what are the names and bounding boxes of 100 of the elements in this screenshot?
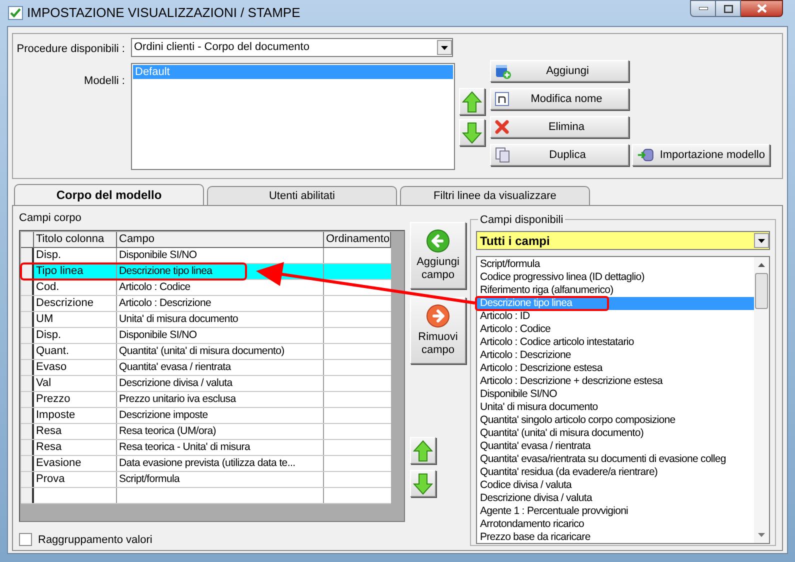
move-up-button[interactable]: [459, 88, 485, 115]
maximize-button[interactable]: [716, 0, 741, 17]
column-header[interactable]: Titolo colonna: [34, 232, 117, 246]
column-header[interactable]: Campo: [117, 232, 324, 246]
row-header[interactable]: [21, 472, 34, 486]
close-button[interactable]: [741, 0, 783, 17]
procedure-dropdown[interactable]: Ordini clienti - Corpo del documento: [131, 38, 453, 57]
list-item[interactable]: Descrizione divisa / valuta: [477, 492, 754, 505]
scroll-thumb[interactable]: [755, 273, 768, 309]
row-header[interactable]: [21, 488, 34, 502]
table-cell: Quant.: [34, 344, 117, 358]
filter-dropdown[interactable]: Tutti i campi: [476, 231, 770, 250]
row-header[interactable]: [21, 248, 34, 262]
table-row[interactable]: UM Unita' di misura documento: [34, 312, 391, 326]
move-up-button[interactable]: [410, 437, 436, 464]
column-header[interactable]: Ordinamento: [324, 232, 391, 246]
checkbox-icon: [8, 6, 23, 20]
list-item[interactable]: Codice progressivo linea (ID dettaglio): [477, 271, 754, 284]
table-row[interactable]: Resa Resa teorica - Unita' di misura: [34, 440, 391, 454]
table-row[interactable]: Prezzo Prezzo unitario iva esclusa: [34, 392, 391, 406]
list-item[interactable]: Articolo : ID: [477, 310, 754, 323]
list-item[interactable]: Disponibile SI/NO: [477, 388, 754, 401]
move-down-button[interactable]: [410, 470, 436, 497]
minimize-button[interactable]: [690, 0, 716, 17]
row-header[interactable]: [21, 456, 34, 470]
list-item[interactable]: Prezzo base da ricaricare: [477, 531, 754, 543]
row-header[interactable]: [21, 408, 34, 422]
row-header[interactable]: [21, 424, 34, 438]
table-row[interactable]: Prova Script/formula: [34, 472, 391, 486]
list-item[interactable]: Codice divisa / valuta: [477, 479, 754, 492]
list-item[interactable]: Articolo : Codice articolo intestatario: [477, 336, 754, 349]
row-header[interactable]: [21, 312, 34, 326]
row-header[interactable]: [21, 280, 34, 294]
table-cell: Resa: [34, 440, 117, 454]
table-cell: Descrizione imposte: [117, 408, 324, 422]
model-action-button[interactable]: Aggiungi: [490, 60, 629, 82]
list-item[interactable]: Quantita' residua (da evadere/a rientrare): [477, 466, 754, 479]
row-header[interactable]: [21, 328, 34, 342]
list-item[interactable]: Quantita' (unita' di misura documento): [477, 427, 754, 440]
scrollbar[interactable]: [754, 257, 769, 543]
table-row[interactable]: Descrizione Articolo : Descrizione: [34, 296, 391, 310]
right-arrow-circle-icon: [426, 304, 450, 328]
table-cell: Disponibile SI/NO: [117, 328, 324, 342]
list-item[interactable]: Articolo : Descrizione estesa: [477, 362, 754, 375]
table-row[interactable]: Quant. Quantita' (unita' di misura documento): [34, 344, 391, 358]
move-down-button[interactable]: [459, 119, 485, 146]
tab[interactable]: Corpo del modello: [14, 184, 204, 205]
table-cell: Resa: [34, 424, 117, 438]
import-model-button[interactable]: Importazione modello: [632, 144, 770, 166]
list-item[interactable]: Unita' di misura documento: [477, 401, 754, 414]
models-label: Modelli :: [84, 74, 125, 88]
row-header[interactable]: [21, 360, 34, 374]
x-mark-icon: [495, 120, 509, 134]
field-action-button[interactable]: Rimuovi campo: [410, 297, 466, 364]
list-item[interactable]: Quantita' evasa/rientrata su documenti di evasione colleg: [477, 453, 754, 466]
model-action-button[interactable]: Duplica: [490, 144, 629, 166]
table-row[interactable]: Val Descrizione divisa / valuta: [34, 376, 391, 390]
available-fields-list[interactable]: [476, 256, 770, 544]
row-header[interactable]: [21, 376, 34, 390]
table-cell: Descrizione: [34, 296, 117, 310]
left-arrow-circle-icon: [426, 229, 450, 253]
row-header[interactable]: [21, 296, 34, 310]
table-row[interactable]: Resa Resa teorica (UM/ora): [34, 424, 391, 438]
row-header[interactable]: [21, 392, 34, 406]
table-cell: Val: [34, 376, 117, 390]
table-row[interactable]: Disp. Disponibile SI/NO: [34, 328, 391, 342]
bin-plus-icon: [495, 63, 511, 79]
table-cell: Disp.: [34, 248, 117, 262]
table-cell: Articolo : Descrizione: [117, 296, 324, 310]
tab[interactable]: Utenti abilitati: [207, 186, 397, 205]
table-cell: UM: [34, 312, 117, 326]
down-arrow-icon: [462, 122, 482, 144]
list-item[interactable]: Articolo : Descrizione + descrizione estesa: [477, 375, 754, 388]
list-item[interactable]: Quantita' singolo articolo corpo composizione: [477, 414, 754, 427]
list-item[interactable]: Script/formula: [477, 258, 754, 271]
list-item[interactable]: Arrotondamento ricarico: [477, 518, 754, 531]
model-action-button[interactable]: Modifica nome: [490, 88, 629, 110]
list-item[interactable]: Agente 1 : Percentuale provvigioni: [477, 505, 754, 518]
row-header[interactable]: [21, 440, 34, 454]
table-row[interactable]: Imposte Descrizione imposte: [34, 408, 391, 422]
checkbox[interactable]: [19, 533, 32, 546]
table-cell: Prezzo: [34, 392, 117, 406]
table-cell: Cod.: [34, 280, 117, 294]
list-item[interactable]: Quantita' evasa / rientrata: [477, 440, 754, 453]
field-action-button[interactable]: Aggiungi campo: [410, 222, 466, 289]
up-arrow-icon: [413, 440, 433, 462]
window-title: IMPOSTAZIONE VISUALIZZAZIONI / STAMPE: [27, 4, 300, 22]
table-cell: Quantita' (unita' di misura documento): [117, 344, 324, 358]
up-arrow-icon: [462, 90, 482, 112]
row-header[interactable]: [21, 344, 34, 358]
table-cell: Resa teorica (UM/ora): [117, 424, 324, 438]
list-item[interactable]: Articolo : Descrizione: [477, 349, 754, 362]
table-cell: Quantita' evasa / rientrata: [117, 360, 324, 374]
model-action-button[interactable]: Elimina: [490, 116, 629, 138]
tab[interactable]: Filtri linee da visualizzare: [400, 186, 590, 205]
procedure-label: Procedure disponibili :: [16, 42, 125, 57]
table-row[interactable]: Evasione Data evasione prevista (utilizza data te...: [34, 456, 391, 470]
list-item[interactable]: Riferimento riga (alfanumerico): [477, 284, 754, 297]
table-row[interactable]: Evaso Quantita' evasa / rientrata: [34, 360, 391, 374]
list-item[interactable]: Articolo : Codice: [477, 323, 754, 336]
